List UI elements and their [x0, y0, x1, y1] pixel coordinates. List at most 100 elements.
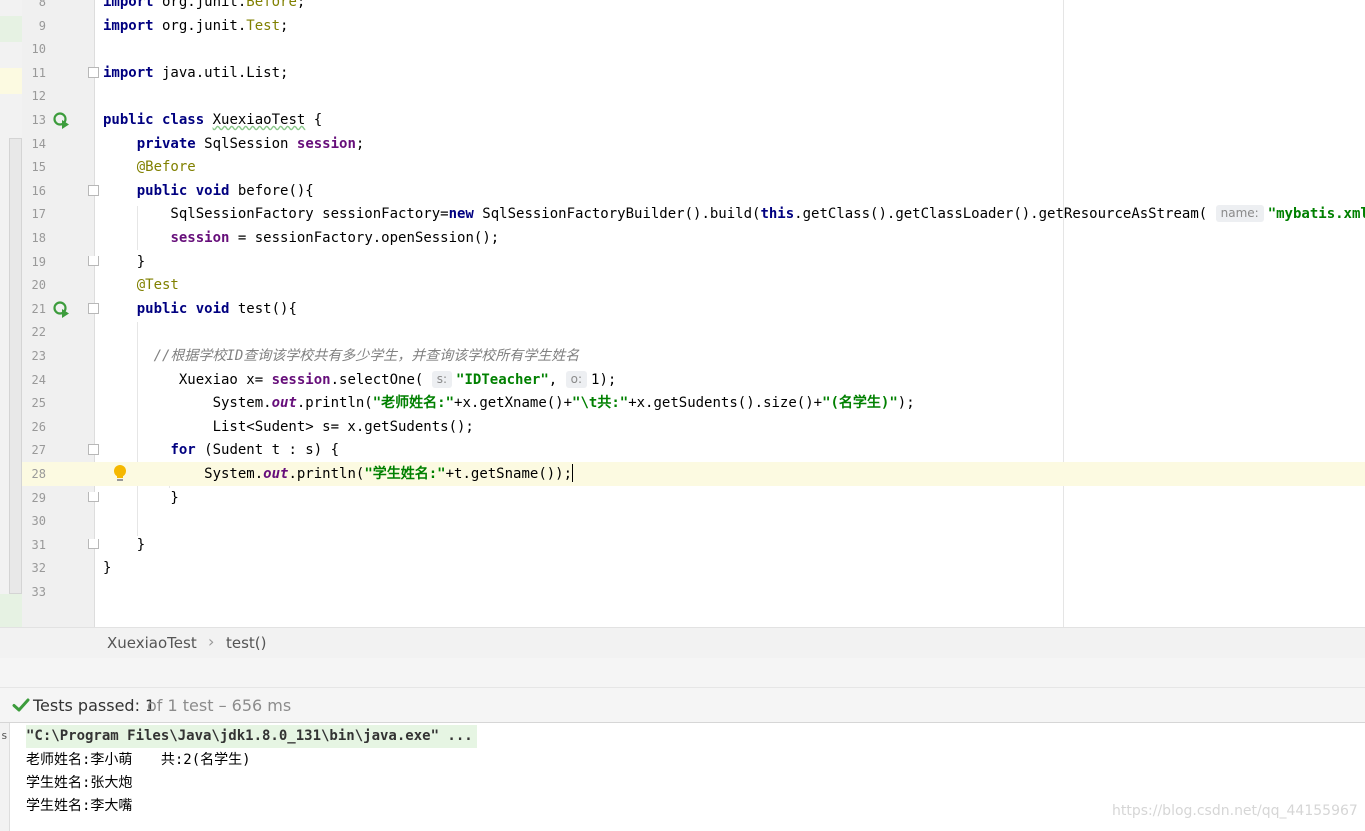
- code-text: }: [103, 536, 146, 553]
- line-number: 20: [31, 278, 46, 293]
- code-line[interactable]: 11 import java.util.List;: [22, 61, 1365, 85]
- editor-left-strip: [0, 0, 22, 627]
- code-line[interactable]: 20 @Test: [22, 273, 1365, 297]
- code-line[interactable]: 22: [22, 320, 1365, 344]
- change-marker: [0, 68, 22, 94]
- line-number: 25: [31, 396, 46, 411]
- code-text: List<Sudent> s= x.getSudents();: [103, 418, 474, 435]
- code-line[interactable]: 12: [22, 84, 1365, 108]
- code-text: public class XuexiaoTest {: [103, 112, 323, 128]
- line-number: 30: [31, 514, 46, 529]
- code-text: }: [103, 489, 179, 506]
- code-line[interactable]: 19 }: [22, 250, 1365, 274]
- code-text: session = sessionFactory.openSession();: [170, 230, 500, 246]
- code-line[interactable]: 31 }: [22, 533, 1365, 557]
- line-number: 18: [31, 231, 46, 245]
- fold-marker-icon[interactable]: [88, 491, 99, 502]
- code-text: //根据学校ID查询该学校共有多少学生，并查询该学校所有学生姓名: [153, 348, 580, 364]
- line-number: 27: [31, 443, 46, 458]
- code-line[interactable]: 32}: [22, 556, 1365, 580]
- line-number: 11: [31, 65, 46, 80]
- fold-marker-icon[interactable]: [88, 444, 99, 456]
- code-line[interactable]: 27 for (Sudent t : s) {: [22, 438, 1365, 462]
- code-text: @Before: [136, 159, 196, 176]
- test-status-bar: Tests passed: 1 of 1 test – 656 ms: [0, 688, 1365, 723]
- line-number: 24: [31, 372, 46, 387]
- code-line[interactable]: 14 private SqlSession session;: [22, 132, 1365, 156]
- code-line[interactable]: 13 public class XuexiaoTest {: [22, 108, 1365, 132]
- code-line[interactable]: 10: [22, 37, 1365, 61]
- code-line[interactable]: 23 //根据学校ID查询该学校共有多少学生，并查询该学校所有学生姓名: [22, 344, 1365, 368]
- code-text: private SqlSession session;: [136, 135, 365, 152]
- line-number: 9: [38, 18, 46, 33]
- code-line[interactable]: 25 System.out.println("老师姓名:"+x.getXname…: [22, 391, 1365, 415]
- code-text: SqlSessionFactory sessionFactory=new Sql…: [103, 205, 1365, 223]
- fold-marker-icon[interactable]: [88, 538, 99, 549]
- console-output-line: 学生姓名:张大炮: [26, 775, 133, 791]
- code-line[interactable]: 33: [22, 580, 1365, 604]
- breadcrumb-method[interactable]: test(): [226, 634, 267, 652]
- code-line[interactable]: 16 public void before(){: [22, 179, 1365, 203]
- code-line[interactable]: 18 session = sessionFactory.openSession(…: [22, 226, 1365, 250]
- fold-marker-icon[interactable]: [88, 302, 99, 314]
- line-number: 15: [31, 160, 46, 175]
- breadcrumb-separator: ›: [208, 632, 215, 651]
- console-edge: s: [0, 723, 10, 831]
- line-number: 28: [31, 467, 46, 481]
- line-number: 13: [31, 113, 46, 127]
- code-line[interactable]: 30: [22, 509, 1365, 533]
- check-icon: [12, 698, 30, 712]
- code-line[interactable]: 9 import org.junit.Test;: [22, 14, 1365, 38]
- change-marker: [0, 16, 22, 42]
- fold-marker-icon[interactable]: [88, 184, 99, 196]
- console-output-line: 老师姓名:李小萌 共:2(名学生): [26, 752, 251, 768]
- line-number: 31: [31, 537, 46, 552]
- fold-marker-icon[interactable]: [88, 255, 99, 266]
- line-number: 22: [31, 325, 46, 340]
- line-number: 17: [31, 207, 46, 222]
- structure-scrollbar[interactable]: [9, 138, 22, 594]
- code-line[interactable]: 29 }: [22, 486, 1365, 510]
- console-command-line: "C:\Program Files\Java\jdk1.8.0_131\bin\…: [26, 725, 477, 748]
- code-text: }: [103, 560, 112, 577]
- line-number: 32: [31, 561, 46, 576]
- breadcrumb: XuexiaoTest › test(): [0, 627, 1365, 659]
- code-text: import org.junit.Before;: [103, 0, 306, 10]
- code-text: import java.util.List;: [103, 64, 289, 81]
- code-text: }: [103, 253, 146, 270]
- line-number: 33: [31, 585, 46, 599]
- line-number: 26: [31, 419, 46, 434]
- line-number: 10: [31, 42, 46, 57]
- run-test-icon[interactable]: [52, 300, 70, 318]
- watermark: https://blog.csdn.net/qq_44155967: [1112, 803, 1358, 819]
- change-marker: [0, 594, 22, 627]
- code-text: System.out.println("学生姓名:"+t.getSname())…: [103, 464, 574, 482]
- code-line[interactable]: 28 System.out.println("学生姓名:"+t.getSname…: [22, 462, 1365, 486]
- panel-divider[interactable]: [0, 658, 1365, 688]
- code-line[interactable]: 8 import org.junit.Before;: [22, 0, 1365, 14]
- code-line[interactable]: 24 Xuexiao x= session.selectOne( s: "IDTe…: [22, 368, 1365, 392]
- code-text: System.out.println("老师姓名:"+x.getXname()+…: [103, 395, 915, 412]
- code-line[interactable]: 26 List<Sudent> s= x.getSudents();: [22, 415, 1365, 439]
- line-number: 23: [31, 349, 46, 363]
- code-line[interactable]: 17 SqlSessionFactory sessionFactory=new …: [22, 202, 1365, 226]
- fold-marker-icon[interactable]: [88, 66, 99, 78]
- line-number: 8: [38, 0, 46, 9]
- code-text: for (Sudent t : s) {: [170, 442, 340, 459]
- run-test-icon[interactable]: [52, 111, 70, 129]
- tests-detail: of 1 test – 656 ms: [147, 696, 292, 715]
- code-editor[interactable]: 8 import org.junit.Before; 9 import org.jun…: [0, 0, 1365, 627]
- code-line[interactable]: 21 public void test(){: [22, 297, 1365, 321]
- code-text: @Test: [136, 277, 179, 294]
- code-line[interactable]: 15 @Before: [22, 155, 1365, 179]
- line-number: 21: [31, 301, 46, 316]
- line-number: 29: [31, 490, 46, 505]
- code-text: public void test(){: [136, 300, 297, 317]
- code-text: import org.junit.Test;: [103, 17, 289, 34]
- console-edge-text: s: [1, 729, 8, 742]
- line-number: 19: [31, 254, 46, 269]
- code-text: Xuexiao x= session.selectOne( s: "IDTeach…: [103, 370, 617, 388]
- breadcrumb-class[interactable]: XuexiaoTest: [107, 634, 197, 652]
- line-number: 14: [31, 136, 46, 151]
- line-number: 16: [31, 183, 46, 198]
